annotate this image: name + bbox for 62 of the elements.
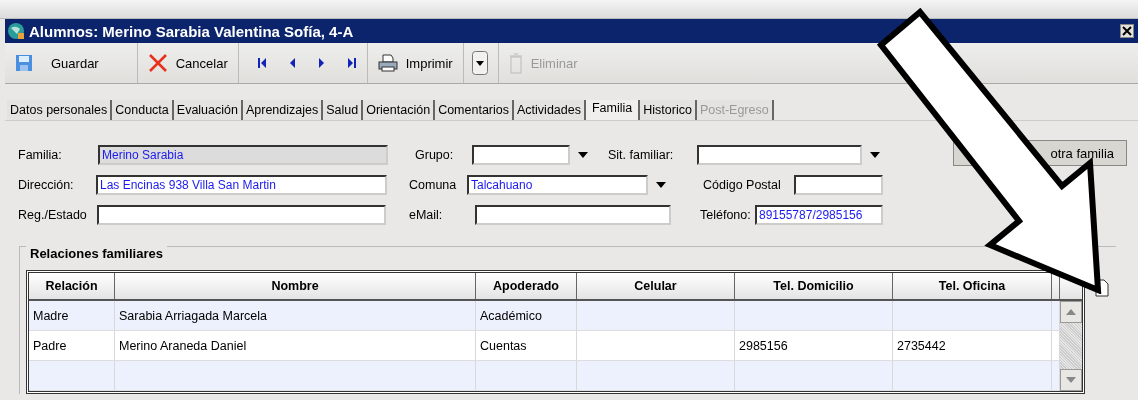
caret-icon[interactable] [578, 152, 588, 158]
input-field[interactable]: Merino Sarabia [98, 145, 388, 165]
scrollbar[interactable] [1060, 301, 1082, 391]
field-label: eMail: [409, 208, 444, 222]
input-field[interactable]: 89155787/2985156 [755, 205, 883, 225]
trash-icon [508, 52, 523, 74]
down-icon[interactable] [1066, 377, 1076, 383]
table-cell: 2985156 [739, 338, 788, 353]
close-icon[interactable] [1120, 24, 1134, 38]
input-field[interactable] [475, 205, 671, 225]
tab[interactable]: Familia [585, 100, 641, 120]
globe-icon [7, 22, 25, 40]
table-cell: Madre [33, 308, 69, 323]
tab[interactable]: Datos personales [7, 100, 113, 120]
field-label: Código Postal [703, 178, 782, 192]
field-label: Reg./Estado [18, 208, 88, 222]
table-cell: Académico [480, 308, 542, 323]
floppy-icon [15, 54, 33, 72]
last-icon[interactable] [346, 57, 357, 69]
caret-icon[interactable] [656, 182, 666, 188]
field-label: Grupo: [415, 148, 455, 162]
input-field[interactable] [97, 205, 386, 225]
table-cell: 2735442 [897, 338, 946, 353]
printer-icon [377, 54, 398, 72]
tab[interactable]: Historico [640, 100, 697, 120]
tab[interactable]: Conducta [112, 100, 174, 120]
up-icon[interactable] [1066, 309, 1076, 315]
column-header[interactable]: Celular [577, 273, 735, 299]
first-icon[interactable] [256, 57, 267, 69]
toolbar-button[interactable]: Cancelar [137, 43, 239, 83]
field-label: Comuna [409, 178, 458, 192]
tab[interactable]: Comentarios [435, 100, 514, 120]
column-header[interactable]: Nombre [115, 273, 476, 299]
table-cell: Cuentas [480, 338, 527, 353]
input-field[interactable]: Las Encinas 938 Villa San Martin [96, 175, 387, 195]
tab[interactable]: Actividades [514, 100, 586, 120]
input-field[interactable] [472, 145, 570, 165]
tab[interactable]: Orientación [363, 100, 436, 120]
input-field[interactable] [697, 145, 862, 165]
toolbar-button[interactable]: Imprimir [367, 43, 464, 83]
tab[interactable]: Aprendizajes [242, 100, 324, 120]
table-cell: Merino Araneda Daniel [119, 338, 247, 353]
tab[interactable]: Salud [323, 100, 364, 120]
caret-icon[interactable] [870, 152, 880, 158]
tab[interactable]: Evaluación [173, 100, 243, 120]
window-title: Alumnos: Merino Sarabia Valentina Sofía, 4-A [29, 22, 355, 40]
field-label: Dirección: [18, 178, 75, 192]
field-label: Sit. familiar: [608, 148, 675, 162]
close-icon [147, 53, 168, 73]
dropdown-icon[interactable] [471, 51, 488, 75]
field-label: Teléfono: [700, 208, 752, 222]
field-label: Familia: [18, 148, 63, 162]
column-header[interactable]: Apoderado [476, 273, 577, 299]
table-cell: Sarabia Arriagada Marcela [119, 308, 267, 323]
column-header[interactable]: Tel. Domicilio [735, 273, 893, 299]
input-field[interactable]: Talcahuano [467, 175, 648, 195]
column-header[interactable]: Relación [29, 273, 115, 299]
input-field[interactable] [794, 175, 883, 195]
next-icon[interactable] [316, 57, 327, 69]
table-cell: Padre [33, 338, 67, 353]
toolbar-button[interactable]: Guardar [5, 43, 138, 83]
group-title: Relaciones familiares [26, 246, 167, 261]
